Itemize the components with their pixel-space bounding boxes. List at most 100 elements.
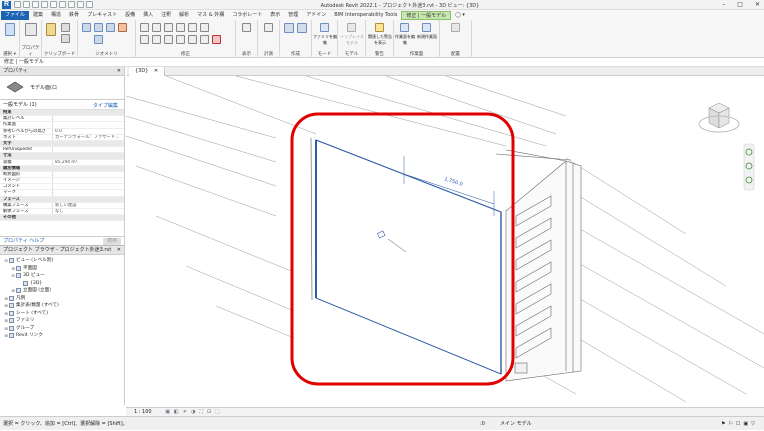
print-icon[interactable] [59,1,66,8]
properties-icon[interactable] [25,23,37,36]
delete-icon[interactable] [212,35,221,44]
app-logo[interactable]: R [2,1,11,9]
tab-3d-view[interactable]: {3D} ✕ [129,67,166,76]
align-icon[interactable] [140,23,149,32]
drawing-area[interactable]: 1,750.0 [126,76,764,407]
trim-icon[interactable] [176,35,185,44]
measure-icon[interactable] [68,1,75,8]
property-value[interactable] [52,147,124,153]
browser-tree-item[interactable]: {3D} [0,280,124,288]
tab-massing[interactable]: マス & 外構 [193,11,228,20]
selected-model-panel[interactable] [310,137,502,375]
property-value[interactable] [52,178,124,184]
move-icon[interactable] [140,35,149,44]
create-group-icon[interactable] [297,23,307,33]
select-label[interactable]: 選択 ▾ [0,51,19,57]
navigation-bar[interactable] [743,143,755,191]
browser-tree-item[interactable]: ⊞ 立面図 (立面) [0,287,124,295]
property-value[interactable]: カーテンウォール：ファサード… [52,134,124,140]
tab-systems[interactable]: 設備 [121,11,139,20]
open-icon[interactable] [14,1,21,8]
split-face-icon[interactable] [94,35,103,44]
tab-addins[interactable]: アドイン [302,11,330,20]
browser-tree-item[interactable]: ⊞ Revit リンク [0,332,124,340]
property-value[interactable]: なし [52,209,124,215]
pin-icon[interactable] [200,23,209,32]
tab-close-icon[interactable]: ✕ [154,68,158,74]
browser-tree-item[interactable]: ⊟ 3D ビュー [0,272,124,280]
3d-view-icon[interactable] [86,1,93,8]
property-value[interactable] [52,171,124,178]
tab-more[interactable]: ◯ ▾ [451,11,469,20]
hide-icon[interactable] [242,23,251,32]
apply-button[interactable]: 適用 [103,238,121,245]
cut-geometry-icon[interactable] [94,23,103,32]
warning-icon[interactable] [375,23,384,32]
tab-annotate[interactable]: 注釈 [157,11,175,20]
array-icon[interactable] [188,35,197,44]
offset-icon[interactable] [152,23,161,32]
properties-close-icon[interactable]: ✕ [117,67,121,76]
property-value[interactable]: 85.294 m³ [52,159,124,165]
browser-close-icon[interactable]: ✕ [117,246,121,255]
edit-type-button[interactable]: タイプ編集 [93,101,118,111]
copy-icon[interactable] [61,34,70,43]
browser-tree-item[interactable]: ⊞ ファミリ [0,317,124,325]
property-value[interactable] [52,184,124,190]
cut-icon[interactable] [61,23,70,32]
split-icon[interactable] [188,23,197,32]
tab-bim-interop[interactable]: BIM Interoperability Tools [330,11,401,20]
edit-workplane-icon[interactable] [400,23,409,32]
property-value[interactable]: 0.0 [52,128,124,134]
rotate-icon[interactable] [164,35,173,44]
measure-tool-icon[interactable] [264,23,273,32]
selection-filter-icons[interactable]: ⚑⚐☐▣▽ [721,417,758,431]
browser-tree-item[interactable]: ⊞ 平面図 [0,265,124,273]
property-value[interactable] [52,122,124,128]
save-icon[interactable] [23,1,30,8]
tab-structure[interactable]: 構造 [47,11,65,20]
mirror-axis-icon[interactable] [164,23,173,32]
text-icon[interactable] [77,1,84,8]
properties-help-link[interactable]: プロパティ ヘルプ [3,238,44,244]
dimension-label[interactable]: 1,750.0 [443,176,463,188]
type-selector[interactable]: モデル面(ロ [0,76,124,100]
tab-view[interactable]: 表示 [266,11,284,20]
property-value[interactable] [52,116,124,122]
join-icon[interactable] [106,23,115,32]
new-workplane-icon[interactable] [422,23,431,32]
edit-family-icon[interactable] [320,23,329,32]
design-option-label[interactable]: メイン モデル [500,417,532,431]
scale-icon[interactable] [200,35,209,44]
viewcube[interactable] [698,102,740,133]
inplace-model-icon[interactable] [347,23,356,32]
cope-icon[interactable] [82,23,91,32]
minimize-button[interactable]: – [722,1,725,8]
browser-tree-item[interactable]: ⊞ 集計表/数量 (すべて) [0,302,124,310]
placement-icon[interactable] [451,23,460,32]
browser-tree-item[interactable]: ⊞ シート (すべて) [0,310,124,318]
redo-icon[interactable] [50,1,57,8]
tab-collaborate[interactable]: コラボレート [228,11,266,20]
sync-icon[interactable] [32,1,39,8]
browser-tree-item[interactable]: ⊞ 凡例 [0,295,124,303]
copy-element-icon[interactable] [152,35,161,44]
create-parts-icon[interactable] [284,23,294,33]
tab-modify-generic-model[interactable]: 修正 | 一般モデル [401,10,452,20]
close-button[interactable]: ✕ [755,1,760,8]
instance-filter[interactable]: 一般モデル (1) タイプ編集 [0,100,124,110]
property-value[interactable] [52,190,124,196]
undo-icon[interactable] [41,1,48,8]
paint-icon[interactable] [118,23,127,32]
browser-tree-item[interactable]: ⊟ ビュー (レベル別) [0,257,124,265]
view-control-icons[interactable]: ▣◧☀◑⛶⊡⬚ [165,409,224,415]
maximize-button[interactable]: □ [737,1,743,8]
tab-architecture[interactable]: 建築 [29,11,47,20]
tab-manage[interactable]: 管理 [284,11,302,20]
view-scale[interactable]: 1 : 100 [134,409,152,415]
tab-analyze[interactable]: 解析 [175,11,193,20]
modify-arrow-icon[interactable] [5,23,15,36]
mirror-draw-icon[interactable] [176,23,185,32]
property-value[interactable]: 新しい建設 [52,202,124,208]
tab-precast[interactable]: プレキャスト [83,11,121,20]
